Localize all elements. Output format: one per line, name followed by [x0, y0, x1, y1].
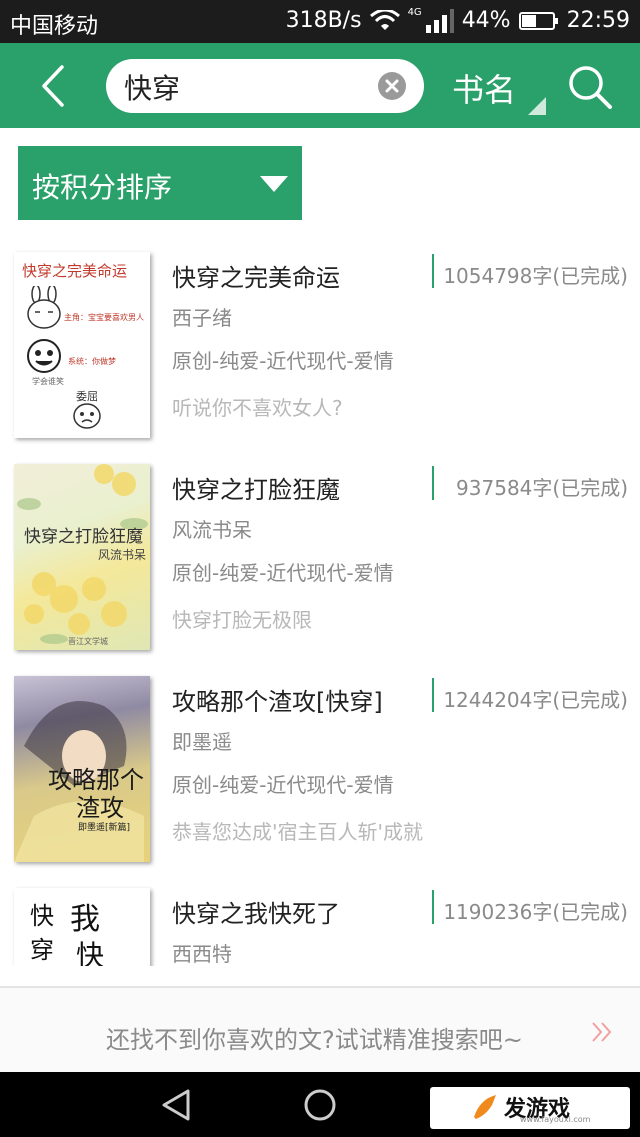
book-item[interactable]: 快穿之完美命运 主角：宝宝要喜欢男人 系统：你做梦 学会谁笑 委屈 快穿之完美命…	[0, 238, 640, 450]
book-item[interactable]: 攻略那个 渣攻 即墨遥[新篇] 攻略那个渣攻[快穿] 1244204字(已完成)…	[0, 662, 640, 874]
search-type-select[interactable]: 书名	[452, 65, 516, 109]
book-list: 快穿之完美命运 主角：宝宝要喜欢男人 系统：你做梦 学会谁笑 委屈 快穿之完美命…	[0, 238, 640, 966]
cover-char: 快	[30, 902, 54, 930]
sort-dropdown[interactable]: 按积分排序	[18, 146, 302, 220]
clock: 22:59	[566, 8, 630, 33]
cover-caption-1: 主角：宝宝要喜欢男人	[64, 313, 144, 322]
book-description: 恭喜您达成'宿主百人斩'成就	[172, 820, 423, 844]
book-tags: 原创-纯爱-近代现代-爱情	[172, 773, 394, 797]
book-tags: 原创-纯爱-近代现代-爱情	[172, 561, 394, 585]
watermark-logo: 发游戏 www.fayouxi.com	[430, 1087, 630, 1129]
book-author: 西西特	[172, 942, 232, 966]
face-emoji-icon	[27, 339, 61, 373]
search-icon[interactable]	[566, 63, 614, 111]
cover-char: 我	[70, 902, 100, 937]
cover-title-line-2: 渣攻	[76, 794, 124, 822]
book-description: 听说你不喜欢女人?	[172, 396, 343, 420]
corner-triangle-icon	[528, 97, 546, 115]
back-arrow-icon[interactable]	[28, 63, 78, 109]
book-author: 风流书呆	[172, 518, 252, 542]
cover-char: 快	[76, 939, 105, 966]
rabbit-emoji-icon	[27, 286, 61, 329]
nav-back-icon[interactable]	[160, 1088, 194, 1122]
clear-icon[interactable]	[378, 72, 406, 100]
book-item[interactable]: 快 穿 我 快 快穿之我快死了 1190236字(已完成) 西西特	[0, 874, 640, 966]
book-tags: 原创-纯爱-近代现代-爱情	[172, 349, 394, 373]
cover-title: 快穿之完美命运	[22, 262, 128, 280]
book-title: 快穿之完美命运	[172, 264, 340, 292]
double-chevron-right-icon	[592, 1022, 612, 1042]
dropdown-arrow-icon	[260, 176, 288, 192]
sad-emoji-icon	[73, 403, 101, 429]
book-item[interactable]: 快穿之打脸狂魔 风流书呆 晋江文学城 快穿之打脸狂魔 937584字(已完成) …	[0, 450, 640, 662]
divider	[432, 678, 434, 712]
precise-search-tip[interactable]: 还找不到你喜欢的文?试试精准搜索吧~	[0, 988, 640, 1072]
book-author: 即墨遥	[172, 730, 232, 754]
tip-text: 还找不到你喜欢的文?试试精准搜索吧~	[106, 1026, 523, 1054]
book-cover: 快 穿 我 快	[14, 888, 150, 966]
search-input[interactable]	[122, 69, 366, 105]
sort-label: 按积分排序	[32, 171, 173, 204]
battery-icon	[518, 11, 558, 30]
book-cover: 攻略那个 渣攻 即墨遥[新篇]	[14, 676, 150, 862]
network-speed: 318B/s	[285, 8, 362, 33]
cover-author: 即墨遥[新篇]	[78, 823, 131, 833]
book-author: 西子绪	[172, 306, 232, 330]
word-count: 1054798字(已完成)	[443, 264, 628, 288]
book-title: 快穿之打脸狂魔	[172, 476, 340, 504]
cover-author: 风流书呆	[98, 548, 147, 562]
wifi-icon	[369, 9, 400, 30]
search-header: 书名	[0, 43, 640, 128]
word-count: 1244204字(已完成)	[443, 688, 628, 712]
cover-title: 快穿之打脸狂魔	[24, 527, 143, 547]
battery-percent: 44%	[461, 8, 511, 33]
cover-caption-3: 学会谁笑	[32, 377, 64, 386]
carrier-name: 中国移动	[10, 14, 99, 39]
cover-char: 穿	[30, 936, 54, 964]
book-cover: 快穿之完美命运 主角：宝宝要喜欢男人 系统：你做梦 学会谁笑 委屈	[14, 252, 150, 438]
network-type: 4G	[407, 7, 422, 18]
divider	[432, 890, 434, 924]
book-title: 快穿之我快死了	[172, 900, 340, 928]
word-count: 937584字(已完成)	[456, 476, 628, 500]
book-description: 快穿打脸无极限	[172, 608, 312, 632]
book-title: 攻略那个渣攻[快穿]	[172, 688, 383, 716]
search-box[interactable]	[106, 59, 424, 113]
cover-caption-2: 系统：你做梦	[68, 357, 116, 366]
watermark-url: www.fayouxi.com	[520, 1115, 591, 1124]
divider	[432, 254, 434, 288]
status-bar: 中国移动 318B/s 4G 44% 22:59	[0, 0, 640, 43]
cover-publisher: 晋江文学城	[68, 637, 108, 646]
nav-home-icon[interactable]	[303, 1088, 337, 1122]
divider	[432, 466, 434, 500]
signal-icon	[425, 8, 454, 33]
book-cover: 快穿之打脸狂魔 风流书呆 晋江文学城	[14, 464, 150, 650]
fa-logo-icon	[474, 1095, 496, 1119]
word-count: 1190236字(已完成)	[443, 900, 628, 924]
